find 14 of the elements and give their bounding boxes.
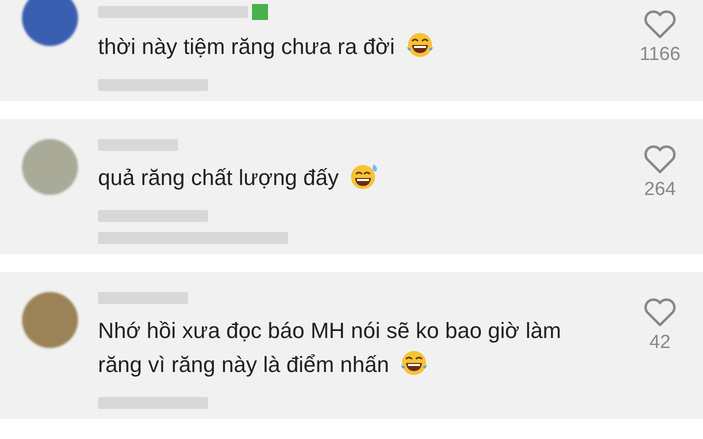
avatar[interactable] (22, 0, 78, 46)
laughing-emoji-icon (399, 349, 430, 377)
like-count: 1166 (640, 44, 680, 66)
comment-text: Nhớ hồi xưa đọc báo MH nói sẽ ko bao giờ làm răng vì răng này là điểm nhấn (98, 317, 562, 379)
heart-icon[interactable] (643, 10, 677, 40)
like-count: 264 (644, 179, 676, 201)
laughing-emoji-icon (404, 31, 435, 59)
comment-text: thời này tiệm răng chưa ra đời (98, 30, 568, 69)
heart-icon[interactable] (643, 145, 677, 175)
sweat-smile-emoji-icon (348, 162, 379, 190)
heart-icon[interactable] (643, 298, 677, 328)
avatar[interactable] (22, 292, 78, 348)
like-count: 42 (649, 332, 671, 354)
comment-text: quả răng chất lượng đấy (98, 161, 568, 200)
